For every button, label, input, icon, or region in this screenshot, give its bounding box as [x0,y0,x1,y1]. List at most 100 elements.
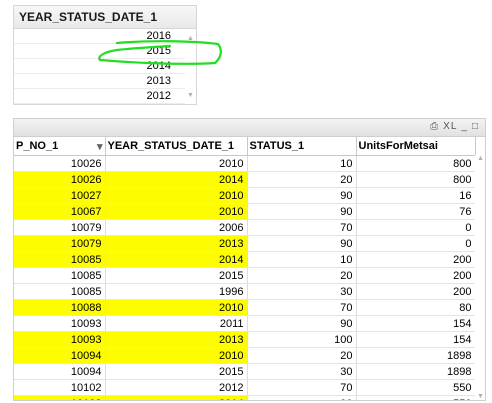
cell-units: 800 [356,155,476,172]
cell-status: 20 [247,347,357,364]
cell-units: 1898 [356,347,476,364]
cell-status: 100 [247,331,357,348]
cell-year: 2014 [105,395,248,400]
cell-year: 2015 [105,363,248,380]
cell-p-no: 10102 [14,379,106,396]
cell-status: 20 [247,267,357,284]
listbox-title: YEAR_STATUS_DATE_1 [14,6,196,29]
cell-year: 2014 [105,251,248,268]
cell-status: 70 [247,299,357,316]
data-grid: P_NO_1 ▾ YEAR_STATUS_DATE_1 STATUS_1 Unit… [14,137,476,400]
table-row[interactable]: 10085 2014 10 200 [14,251,476,268]
cell-year: 2010 [105,203,248,220]
cell-status: 10 [247,155,357,172]
sort-icon[interactable]: ▾ [97,140,104,153]
cell-status: 30 [247,363,357,380]
cell-year: 1996 [105,283,248,300]
column-header-year[interactable]: YEAR_STATUS_DATE_1 [105,137,248,156]
table-row[interactable]: 10067 2010 90 76 [14,203,476,220]
table-row[interactable]: 10026 2014 20 800 [14,171,476,188]
print-icon[interactable]: ⎙ [430,121,439,132]
scroll-down-icon[interactable]: ▼ [477,393,484,400]
cell-status: 20 [247,171,357,188]
cell-year: 2010 [105,187,248,204]
maximize-icon[interactable]: □ [472,121,479,132]
scroll-up-icon[interactable]: ▲ [477,155,484,162]
scroll-down-icon[interactable]: ▼ [187,92,194,100]
cell-units: 16 [356,187,476,204]
table-row[interactable]: 10102 2012 70 550 [14,379,476,396]
table-row[interactable]: 10079 2013 90 0 [14,235,476,252]
cell-year: 2010 [105,347,248,364]
table-row[interactable]: 10085 2015 20 200 [14,267,476,284]
listbox-item-2013[interactable]: 2013 [14,74,185,89]
cell-status: 90 [247,315,357,332]
table-row[interactable]: 10079 2006 70 0 [14,219,476,236]
cell-year: 2006 [105,219,248,236]
table-row[interactable]: 10088 2010 70 80 [14,299,476,316]
cell-units: 800 [356,171,476,188]
column-header-p-no[interactable]: P_NO_1 ▾ [14,137,106,156]
table-row[interactable]: 10102201490550 [14,395,476,400]
cell-p-no: 10085 [14,283,106,300]
cell-p-no: 10027 [14,187,106,204]
table-row[interactable]: 10094 2015 30 1898 [14,363,476,380]
cell-year: 2015 [105,267,248,284]
cell-year: 2010 [105,299,248,316]
table-caption-bar: ⎙ XL _ □ [14,119,485,137]
table-row[interactable]: 10093 2013 100 154 [14,331,476,348]
cell-units: 154 [356,315,476,332]
cell-units: 550 [356,395,476,400]
cell-p-no: 10093 [14,315,106,332]
header-row: P_NO_1 ▾ YEAR_STATUS_DATE_1 STATUS_1 Unit… [14,137,476,156]
table-row[interactable]: 10026 2010 10 800 [14,155,476,172]
cell-p-no: 10067 [14,203,106,220]
cell-p-no: 10085 [14,251,106,268]
cell-status: 30 [247,283,357,300]
column-header-status[interactable]: STATUS_1 [247,137,357,156]
cell-p-no: 10093 [14,331,106,348]
table-scrollbar[interactable]: ▲ ▼ [475,155,485,400]
cell-status: 70 [247,219,357,236]
xl-export-icon[interactable]: XL [443,121,457,132]
annotation-circle [98,40,222,65]
column-header-units[interactable]: UnitsForMetsai [356,137,476,156]
cell-year: 2011 [105,315,248,332]
cell-year: 2010 [105,155,248,172]
table-row[interactable]: 10027 2010 90 16 [14,187,476,204]
cell-year: 2013 [105,331,248,348]
cell-status: 10 [247,251,357,268]
cell-status: 90 [247,187,357,204]
cell-units: 154 [356,331,476,348]
cell-p-no: 10079 [14,219,106,236]
cell-units: 76 [356,203,476,220]
cell-units: 0 [356,235,476,252]
cell-units: 80 [356,299,476,316]
cell-year: 2012 [105,379,248,396]
cell-units: 0 [356,219,476,236]
table-row[interactable]: 10085 1996 30 200 [14,283,476,300]
cell-units: 1898 [356,363,476,380]
listbox-item-2012[interactable]: 2012 [14,89,185,104]
cell-p-no: 10088 [14,299,106,316]
cell-units: 550 [356,379,476,396]
cell-status: 70 [247,379,357,396]
cell-p-no: 10026 [14,171,106,188]
cell-units: 200 [356,267,476,284]
table-row[interactable]: 10094 2010 20 1898 [14,347,476,364]
straight-table[interactable]: ⎙ XL _ □ P_NO_1 ▾ YEAR_STATUS_DATE_1 STATUS_… [13,118,486,401]
minimize-icon[interactable]: _ [461,121,468,132]
cell-p-no: 10102 [14,395,106,400]
cell-status: 90 [247,235,357,252]
cell-units: 200 [356,283,476,300]
table-row[interactable]: 10093 2011 90 154 [14,315,476,332]
cell-p-no: 10094 [14,363,106,380]
cell-status: 90 [247,395,357,400]
cell-year: 2013 [105,235,248,252]
cell-p-no: 10026 [14,155,106,172]
cell-units: 200 [356,251,476,268]
cell-status: 90 [247,203,357,220]
cell-p-no: 10094 [14,347,106,364]
cell-p-no: 10079 [14,235,106,252]
cell-year: 2014 [105,171,248,188]
